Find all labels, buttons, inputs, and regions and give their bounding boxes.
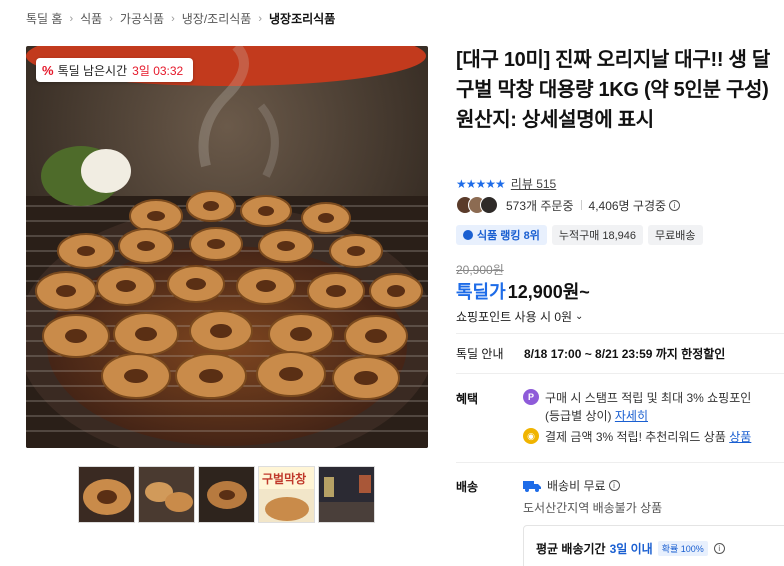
ranking-tag[interactable]: 식품 랭킹 8위 <box>456 225 547 245</box>
shipping-fee-row: 배송비 무료 i <box>523 477 620 494</box>
thumbnail-4[interactable]: 구벌막창 <box>258 466 315 523</box>
shipping-label: 배송 <box>456 480 479 494</box>
percent-icon: % <box>42 62 54 78</box>
breadcrumb-item-home[interactable]: 톡딜 홈 <box>26 10 62 27</box>
review-count-link[interactable]: 리뷰 515 <box>511 175 556 192</box>
benefit-reward-text: 결제 금액 3% 적립! 추천리워드 상품 <box>545 430 726 444</box>
average-delivery-label: 평균 배송기간 <box>536 541 606 556</box>
deal-price-label: 톡딜가 <box>456 282 506 302</box>
ranking-icon <box>463 230 473 240</box>
tags-row: 식품 랭킹 8위 누적구매 18,946 무료배송 <box>456 225 703 245</box>
shipping-note: 도서산간지역 배송불가 상품 <box>523 501 663 515</box>
thumbnail-5[interactable] <box>318 466 375 523</box>
point-usage-text: 쇼핑포인트 사용 시 0원 <box>456 310 573 324</box>
product-main-image[interactable]: % 톡딜 남은시간 3일 03:32 <box>26 46 428 448</box>
benefit-stamp: P 구매 시 스탬프 적립 및 최대 3% 쇼핑포인 (등급별 상이) 자세히 <box>523 389 751 425</box>
point-icon: P <box>523 389 539 405</box>
orders-row: 573개 주문중 4,406명 구경중 i <box>456 196 681 214</box>
avatar <box>480 196 498 214</box>
info-icon[interactable]: i <box>713 542 725 554</box>
chevron-right-icon: › <box>258 12 262 25</box>
average-delivery-box: 평균 배송기간 3일 이내 확률 100% i <box>523 525 784 566</box>
benefit-stamp-note: (등급별 상이) <box>545 409 612 423</box>
delivery-probability-badge: 확률 100% <box>657 540 708 556</box>
free-shipping-tag: 무료배송 <box>648 225 703 245</box>
divider <box>456 462 784 463</box>
average-delivery-days: 3일 이내 <box>609 541 653 556</box>
svg-text:구벌막창: 구벌막창 <box>262 471 306 486</box>
deal-info-label: 톡딜 안내 <box>456 347 504 361</box>
divider <box>456 373 784 374</box>
divider <box>456 333 784 334</box>
deal-timer-badge: % 톡딜 남은시간 3일 03:32 <box>36 58 194 82</box>
breadcrumb-item-processed[interactable]: 가공식품 <box>120 10 164 27</box>
chevron-right-icon: › <box>171 12 175 25</box>
ranking-tag-label: 식품 랭킹 8위 <box>477 230 540 242</box>
chevron-right-icon: › <box>69 12 74 25</box>
breadcrumb-item-food[interactable]: 식품 <box>80 10 102 27</box>
benefit-reward-link[interactable]: 상품 <box>729 430 751 444</box>
order-count: 573개 주문중 <box>506 198 574 213</box>
coin-icon: ◉ <box>523 428 539 444</box>
product-title: [대구 10미] 진짜 오리지날 대구!! 생 달구벌 막창 대용량 1KG (… <box>456 49 770 131</box>
deal-info-value: 8/18 17:00 ~ 8/21 23:59 까지 한정할인 <box>524 347 726 361</box>
thumbnail-1[interactable] <box>78 466 135 523</box>
thumbnail-2[interactable] <box>138 466 195 523</box>
point-usage-toggle[interactable]: 쇼핑포인트 사용 시 0원 ⌄ <box>456 308 583 325</box>
benefit-detail-link[interactable]: 자세히 <box>615 409 648 423</box>
deal-price-value: 12,900원~ <box>507 282 590 302</box>
viewer-count: 4,406명 구경중 <box>588 198 667 213</box>
thumbnail-strip: 구벌막창 <box>78 466 375 523</box>
thumbnail-3[interactable] <box>198 466 255 523</box>
rating-row: ★★★★★ 리뷰 515 <box>456 175 556 192</box>
benefit-reward: ◉ 결제 금액 3% 적립! 추천리워드 상품 상품 <box>523 428 751 446</box>
deal-info-row: 톡딜 안내 8/18 17:00 ~ 8/21 23:59 까지 한정할인 <box>456 345 725 362</box>
benefit-stamp-text: 구매 시 스탬프 적립 및 최대 3% 쇼핑포인 <box>545 391 752 405</box>
info-icon[interactable]: i <box>608 480 620 491</box>
shipping-fee: 배송비 무료 <box>547 479 606 493</box>
benefits-label: 혜택 <box>456 392 479 406</box>
breadcrumb-item-current[interactable]: 냉장조리식품 <box>269 10 335 27</box>
price-row: 톡딜가 12,900원~ <box>456 278 590 304</box>
breadcrumb: 톡딜 홈 › 식품 › 가공식품 › 냉장/조리식품 › 냉장조리식품 <box>26 10 335 27</box>
original-price: 20,900원 <box>456 263 504 277</box>
truck-icon <box>523 480 541 492</box>
cumulative-purchase-tag: 누적구매 18,946 <box>551 225 644 245</box>
deal-timer-value: 3일 03:32 <box>132 63 184 78</box>
chevron-down-icon: ⌄ <box>575 311 584 322</box>
info-icon[interactable]: i <box>669 199 681 211</box>
chevron-right-icon: › <box>109 12 113 25</box>
buyer-avatars <box>456 196 498 214</box>
breadcrumb-item-chilled[interactable]: 냉장/조리식품 <box>182 10 252 27</box>
divider <box>580 200 582 210</box>
star-rating-icon: ★★★★★ <box>456 176 506 191</box>
deal-timer-label: 톡딜 남은시간 <box>57 63 128 78</box>
